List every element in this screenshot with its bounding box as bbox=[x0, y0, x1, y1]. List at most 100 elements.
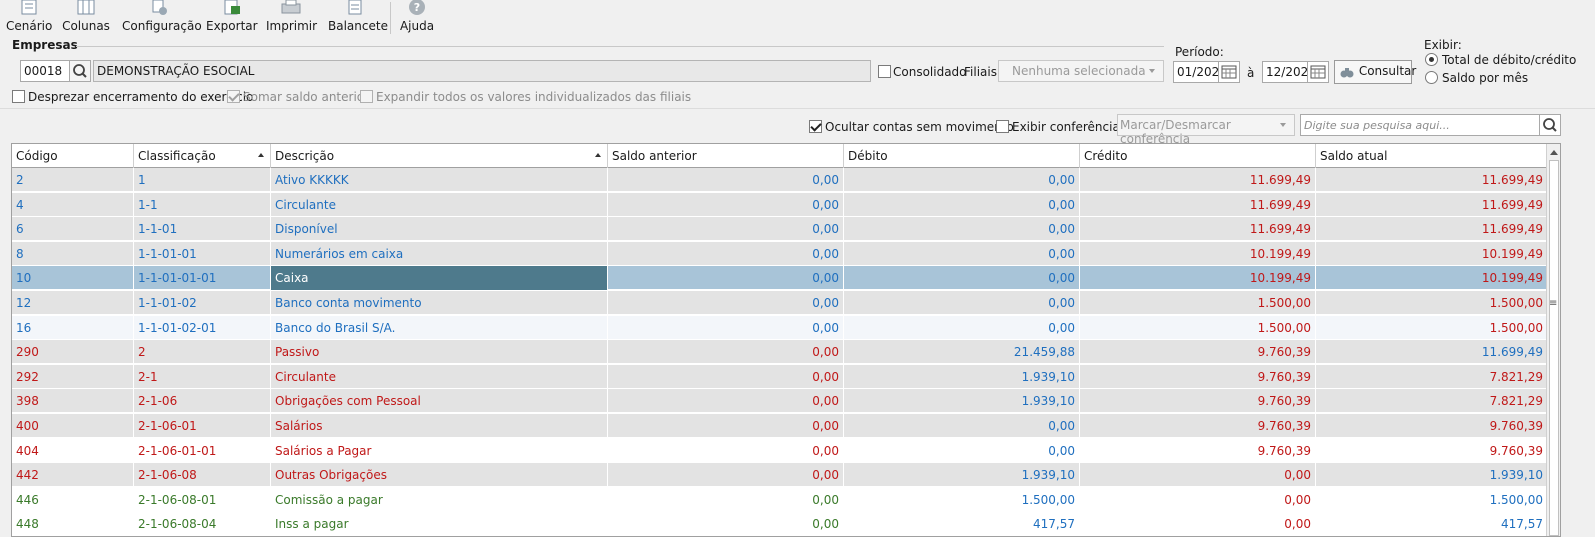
desprezar-checkbox[interactable] bbox=[12, 90, 25, 103]
column-header-classificacao[interactable]: Classificação bbox=[134, 144, 271, 168]
scenario-button[interactable]: Cenário bbox=[6, 0, 52, 38]
grid-search-button[interactable] bbox=[1539, 114, 1561, 136]
cell-saldo-anterior[interactable]: 0,00 bbox=[608, 315, 844, 340]
table-row[interactable]: 6 1-1-01 Disponível 0,00 0,00 11.699,49 11.699… bbox=[12, 217, 1560, 242]
cell-codigo[interactable]: 8 bbox=[12, 241, 134, 266]
cell-descricao[interactable]: Circulante bbox=[271, 364, 608, 389]
cell-codigo[interactable]: 404 bbox=[12, 438, 134, 463]
cell-classificacao[interactable]: 2-1-06-01 bbox=[134, 414, 271, 438]
cell-debito[interactable]: 0,00 bbox=[844, 414, 1080, 438]
cell-saldo-anterior[interactable]: 0,00 bbox=[608, 438, 844, 463]
cell-descricao[interactable]: Ativo KKKKK bbox=[271, 168, 608, 192]
cell-descricao[interactable]: Obrigações com Pessoal bbox=[271, 389, 608, 414]
cell-saldo-atual[interactable]: 11.699,49 bbox=[1316, 340, 1548, 365]
table-row[interactable]: 448 2-1-06-08-04 Inss a pagar 0,00 417,57 0,0… bbox=[12, 512, 1560, 536]
monthly-balance-radio[interactable] bbox=[1425, 71, 1438, 84]
cell-classificacao[interactable]: 1-1 bbox=[134, 192, 271, 217]
cell-debito[interactable]: 0,00 bbox=[844, 241, 1080, 266]
marcar-conferencia-dropdown[interactable]: Marcar/Desmarcar conferência bbox=[1117, 114, 1295, 146]
cell-classificacao[interactable]: 2-1-06-08-04 bbox=[134, 512, 271, 536]
cell-saldo-atual[interactable]: 1.500,00 bbox=[1316, 487, 1548, 512]
cell-codigo[interactable]: 292 bbox=[12, 364, 134, 389]
cell-codigo[interactable]: 4 bbox=[12, 192, 134, 217]
table-row[interactable]: 12 1-1-01-02 Banco conta movimento 0,00 0,00… bbox=[12, 291, 1560, 315]
cell-credito[interactable]: 1.500,00 bbox=[1080, 291, 1316, 315]
cell-codigo[interactable]: 446 bbox=[12, 487, 134, 512]
cell-classificacao[interactable]: 1-1-01-01-01 bbox=[134, 266, 271, 291]
cell-saldo-atual[interactable]: 1.500,00 bbox=[1316, 315, 1548, 340]
cell-saldo-anterior[interactable]: 0,00 bbox=[608, 512, 844, 536]
cell-saldo-atual[interactable]: 1.939,10 bbox=[1316, 463, 1548, 488]
cell-debito[interactable]: 0,00 bbox=[844, 266, 1080, 291]
table-row[interactable]: 10 1-1-01-01-01 Caixa 0,00 0,00 10.199,49 10.1… bbox=[12, 266, 1560, 291]
cell-saldo-atual[interactable]: 7.821,29 bbox=[1316, 364, 1548, 389]
cell-classificacao[interactable]: 2-1-06-08 bbox=[134, 463, 271, 488]
cell-classificacao[interactable]: 2-1-06-08-01 bbox=[134, 487, 271, 512]
cell-classificacao[interactable]: 2-1-06 bbox=[134, 389, 271, 414]
cell-codigo[interactable]: 6 bbox=[12, 217, 134, 242]
table-row[interactable]: 442 2-1-06-08 Outras Obrigações 0,00 1.939,1… bbox=[12, 463, 1560, 488]
cell-credito[interactable]: 9.760,39 bbox=[1080, 340, 1316, 365]
cell-descricao[interactable]: Comissão a pagar bbox=[271, 487, 608, 512]
cell-codigo[interactable]: 12 bbox=[12, 291, 134, 315]
cell-codigo[interactable]: 398 bbox=[12, 389, 134, 414]
cell-saldo-anterior[interactable]: 0,00 bbox=[608, 463, 844, 488]
cell-classificacao[interactable]: 2 bbox=[134, 340, 271, 365]
filiais-dropdown[interactable]: Nenhuma selecionada bbox=[998, 60, 1164, 82]
cell-classificacao[interactable]: 2-1 bbox=[134, 364, 271, 389]
vertical-scrollbar[interactable]: ≡ bbox=[1546, 144, 1560, 536]
cell-saldo-anterior[interactable]: 0,00 bbox=[608, 291, 844, 315]
table-row[interactable]: 2 1 Ativo KKKKK 0,00 0,00 11.699,49 11.699,49 bbox=[12, 168, 1560, 192]
table-row[interactable]: 404 2-1-06-01-01 Salários a Pagar 0,00 0,00 9… bbox=[12, 438, 1560, 463]
cell-debito[interactable]: 1.939,10 bbox=[844, 389, 1080, 414]
cell-debito[interactable]: 1.500,00 bbox=[844, 487, 1080, 512]
table-row[interactable]: 292 2-1 Circulante 0,00 1.939,10 9.760,39 7.82… bbox=[12, 364, 1560, 389]
cell-debito[interactable]: 417,57 bbox=[844, 512, 1080, 536]
column-header-saldo-atual[interactable]: Saldo atual bbox=[1316, 144, 1560, 168]
column-header-saldo-anterior[interactable]: Saldo anterior bbox=[608, 144, 844, 168]
somar-saldo-checkbox[interactable] bbox=[227, 90, 240, 103]
cell-descricao[interactable]: Outras Obrigações bbox=[271, 463, 608, 488]
cell-saldo-anterior[interactable]: 0,00 bbox=[608, 168, 844, 192]
cell-descricao[interactable]: Circulante bbox=[271, 192, 608, 217]
cell-classificacao[interactable]: 1-1-01-02-01 bbox=[134, 315, 271, 340]
cell-credito[interactable]: 9.760,39 bbox=[1080, 364, 1316, 389]
cell-descricao[interactable]: Passivo bbox=[271, 340, 608, 365]
cell-saldo-atual[interactable]: 11.699,49 bbox=[1316, 192, 1548, 217]
cell-saldo-atual[interactable]: 10.199,49 bbox=[1316, 266, 1548, 291]
expandir-checkbox[interactable] bbox=[360, 90, 373, 103]
cell-descricao[interactable]: Numerários em caixa bbox=[271, 241, 608, 266]
cell-classificacao[interactable]: 2-1-06-01-01 bbox=[134, 438, 271, 463]
cell-credito[interactable]: 1.500,00 bbox=[1080, 315, 1316, 340]
cell-classificacao[interactable]: 1-1-01-01 bbox=[134, 241, 271, 266]
column-header-debito[interactable]: Débito bbox=[844, 144, 1080, 168]
cell-saldo-atual[interactable]: 11.699,49 bbox=[1316, 168, 1548, 192]
cell-descricao[interactable]: Salários bbox=[271, 414, 608, 438]
cell-classificacao[interactable]: 1-1-01-02 bbox=[134, 291, 271, 315]
cell-debito[interactable]: 0,00 bbox=[844, 291, 1080, 315]
company-code-input[interactable]: 00018 bbox=[20, 60, 70, 82]
cell-debito[interactable]: 0,00 bbox=[844, 192, 1080, 217]
period-end-calendar-button[interactable] bbox=[1307, 61, 1329, 83]
trial-balance-button[interactable]: Balancete bbox=[328, 0, 388, 38]
cell-classificacao[interactable]: 1 bbox=[134, 168, 271, 192]
grid-search-input[interactable]: Digite sua pesquisa aqui... bbox=[1300, 114, 1540, 136]
cell-codigo[interactable]: 2 bbox=[12, 168, 134, 192]
cell-saldo-anterior[interactable]: 0,00 bbox=[608, 192, 844, 217]
cell-debito[interactable]: 0,00 bbox=[844, 168, 1080, 192]
cell-credito[interactable]: 11.699,49 bbox=[1080, 217, 1316, 242]
column-header-credito[interactable]: Crédito bbox=[1080, 144, 1316, 168]
cell-debito[interactable]: 21.459,88 bbox=[844, 340, 1080, 365]
ocultar-contas-checkbox[interactable] bbox=[809, 120, 822, 133]
cell-classificacao[interactable]: 1-1-01 bbox=[134, 217, 271, 242]
cell-credito[interactable]: 0,00 bbox=[1080, 487, 1316, 512]
cell-saldo-anterior[interactable]: 0,00 bbox=[608, 340, 844, 365]
period-start-calendar-button[interactable] bbox=[1218, 61, 1240, 83]
cell-saldo-atual[interactable]: 9.760,39 bbox=[1316, 414, 1548, 438]
column-header-codigo[interactable]: Código bbox=[12, 144, 134, 168]
cell-codigo[interactable]: 442 bbox=[12, 463, 134, 488]
cell-saldo-anterior[interactable]: 0,00 bbox=[608, 414, 844, 438]
cell-codigo[interactable]: 290 bbox=[12, 340, 134, 365]
cell-credito[interactable]: 11.699,49 bbox=[1080, 192, 1316, 217]
cell-saldo-atual[interactable]: 10.199,49 bbox=[1316, 241, 1548, 266]
